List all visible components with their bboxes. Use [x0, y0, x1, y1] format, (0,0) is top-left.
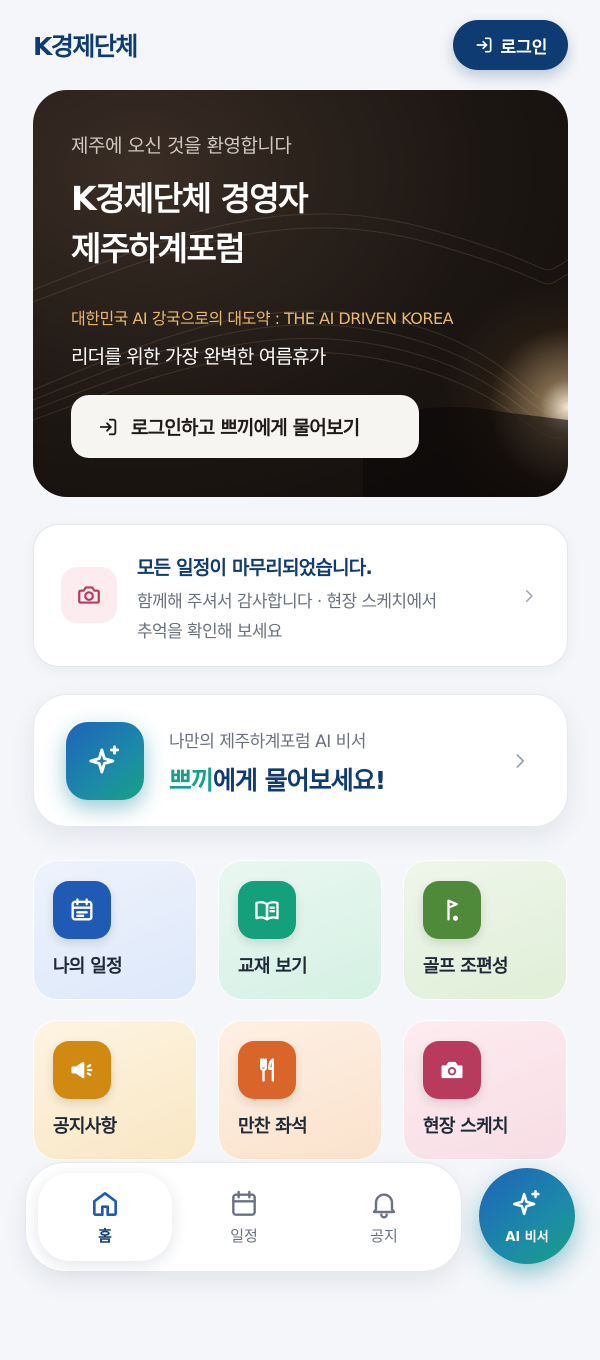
menu-my-schedule[interactable]: 나의 일정 — [33, 860, 197, 1000]
ai-name: 쁘끼 — [169, 766, 214, 795]
ai-card-title-rest: 에게 물어보세요! — [213, 766, 386, 795]
hero-title-line2: 제주하계포럼 — [71, 229, 246, 268]
chevron-right-icon — [525, 590, 533, 602]
schedule-complete-card[interactable]: 모든 일정이 마무리되었습니다. 함께해 주셔서 감사합니다 · 현장 스케치에… — [33, 524, 568, 667]
home-icon — [93, 1192, 117, 1216]
camera-icon — [423, 1041, 481, 1099]
schedule-complete-desc-line1: 함께해 주셔서 감사합니다 · 현장 스케치에서 — [137, 592, 437, 612]
sparkle-icon — [512, 1189, 540, 1216]
bottom-navigation: 홈 일정 공지 — [25, 1162, 462, 1272]
menu-dinner-seating[interactable]: 만찬 좌석 — [218, 1020, 382, 1160]
brand-logo[interactable]: K경제단체 — [33, 27, 138, 63]
ai-card-title: 쁘끼에게 물어보세요! — [169, 761, 386, 797]
menu-label: 공지사항 — [53, 1116, 117, 1137]
chevron-right-icon — [516, 754, 525, 768]
ai-assistant-card[interactable]: 나만의 제주하계포럼 AI 비서 쁘끼에게 물어보세요! — [33, 694, 568, 827]
menu-label: 만찬 좌석 — [238, 1116, 308, 1137]
menu-label: 현장 스케치 — [423, 1116, 509, 1137]
hero-description: 리더를 위한 가장 완벽한 여름휴가 — [71, 346, 326, 368]
menu-golf-groups[interactable]: 골프 조편성 — [403, 860, 567, 1000]
login-icon — [99, 418, 117, 435]
menu-label: 교재 보기 — [238, 956, 308, 977]
ai-card-subtitle: 나만의 제주하계포럼 AI 비서 — [169, 732, 366, 752]
schedule-complete-desc-line2: 추억을 확인해 보세요 — [137, 622, 283, 642]
nav-home-label: 홈 — [98, 1227, 112, 1245]
ai-assistant-fab[interactable]: AI 비서 — [479, 1168, 575, 1264]
utensils-icon — [238, 1041, 296, 1099]
login-button[interactable]: 로그인 — [453, 20, 568, 70]
hero-welcome-text: 제주에 오신 것을 환영합니다 — [71, 135, 292, 157]
hero-tagline: 대한민국 AI 강국으로의 대도약 : THE AI DRIVEN KOREA — [71, 309, 454, 328]
sparkle-icon — [66, 722, 144, 800]
hero-button-label: 로그인하고 쁘끼에게 물어보기 — [131, 417, 360, 439]
schedule-complete-title: 모든 일정이 마무리되었습니다. — [137, 557, 373, 579]
menu-label: 골프 조편성 — [423, 956, 509, 977]
login-button-label: 로그인 — [500, 37, 548, 58]
hero-title-line1: K경제단체 경영자 — [71, 179, 309, 218]
nav-notice-label: 공지 — [370, 1227, 398, 1245]
book-icon — [238, 881, 296, 939]
golf-flag-icon — [423, 881, 481, 939]
menu-textbook[interactable]: 교재 보기 — [218, 860, 382, 1000]
camera-icon — [61, 567, 117, 623]
nav-notice[interactable]: 공지 — [317, 1173, 451, 1261]
menu-notices[interactable]: 공지사항 — [33, 1020, 197, 1160]
schedule-icon — [53, 881, 111, 939]
menu-label: 나의 일정 — [53, 956, 123, 977]
bell-icon — [372, 1193, 396, 1219]
login-icon — [476, 37, 492, 53]
hero-banner: 제주에 오신 것을 환영합니다 K경제단체 경영자 제주하계포럼 대한민국 AI… — [33, 90, 568, 497]
megaphone-icon — [53, 1041, 111, 1099]
calendar-icon — [232, 1190, 256, 1216]
nav-home[interactable]: 홈 — [38, 1173, 172, 1261]
hero-login-ask-button[interactable]: 로그인하고 쁘끼에게 물어보기 — [71, 395, 419, 458]
ai-fab-label: AI 비서 — [505, 1230, 549, 1245]
nav-schedule[interactable]: 일정 — [177, 1173, 311, 1261]
nav-schedule-label: 일정 — [230, 1227, 258, 1245]
top-bar: K경제단체 로그인 — [0, 0, 600, 90]
menu-field-sketch[interactable]: 현장 스케치 — [403, 1020, 567, 1160]
